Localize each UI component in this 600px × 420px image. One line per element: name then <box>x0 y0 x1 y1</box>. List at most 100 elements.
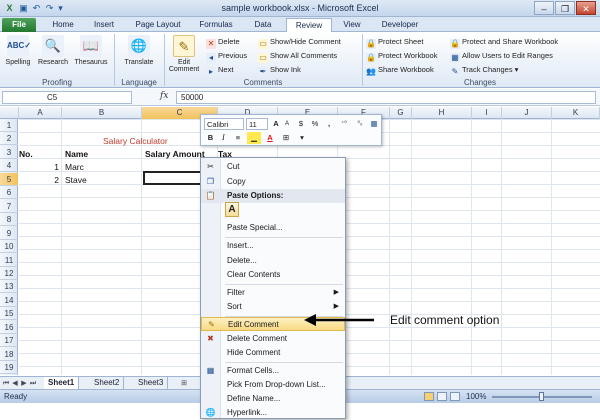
prev-sheet-icon[interactable]: ◀ <box>11 378 19 389</box>
protect-workbook-button[interactable]: 🔒 Protect Workbook <box>366 50 437 63</box>
menu-item-cut[interactable]: ✂ Cut <box>201 160 345 174</box>
increase-decimal-icon[interactable]: ⁺⁰ <box>337 118 351 130</box>
menu-item-pick-from-list[interactable]: Pick From Drop-down List... <box>201 378 345 392</box>
cell-no[interactable]: 1 <box>19 161 59 174</box>
row-header[interactable]: 2 <box>0 132 18 146</box>
comma-format-icon[interactable]: , <box>323 118 335 130</box>
format-painter-icon[interactable]: ▦ <box>368 118 380 130</box>
tab-view[interactable]: View <box>336 18 368 32</box>
decrease-decimal-icon[interactable]: ⁰₀ <box>353 118 367 130</box>
row-header[interactable]: 15 <box>0 307 18 321</box>
next-comment-button[interactable]: ▸ Next <box>206 64 233 77</box>
next-sheet-icon[interactable]: ▶ <box>20 378 28 389</box>
track-changes-button[interactable]: ✎ Track Changes ▾ <box>450 64 518 77</box>
menu-item-paste-special[interactable]: Paste Special... <box>201 221 345 235</box>
header-salary-cell[interactable]: Salary Amount <box>145 148 205 161</box>
menu-item-insert[interactable]: Insert... <box>201 239 345 253</box>
currency-format-icon[interactable]: $ <box>295 118 307 130</box>
row-header[interactable]: 19 <box>0 361 18 375</box>
column-header[interactable]: J <box>502 107 552 119</box>
row-header[interactable]: 16 <box>0 321 18 334</box>
menu-item-format-cells[interactable]: ▦ Format Cells... <box>201 364 345 378</box>
menu-item-clear-contents[interactable]: Clear Contents <box>201 268 345 282</box>
tab-home[interactable]: Home <box>44 18 82 32</box>
menu-item-copy[interactable]: ❐ Copy <box>201 175 345 189</box>
row-header[interactable]: 12 <box>0 267 18 280</box>
column-header[interactable]: I <box>472 107 502 119</box>
menu-item-hide-comment[interactable]: Hide Comment <box>201 346 345 360</box>
row-header[interactable]: 4 <box>0 159 18 173</box>
italic-button[interactable]: I <box>218 132 229 144</box>
tab-data[interactable]: Data <box>244 18 282 32</box>
previous-comment-button[interactable]: ◂ Previous <box>206 50 247 63</box>
research-button[interactable]: 🔍 Research <box>36 35 70 66</box>
row-header[interactable]: 8 <box>0 213 18 227</box>
paste-keep-format-button[interactable]: A <box>225 202 239 217</box>
column-header[interactable]: B <box>62 107 142 119</box>
sheet-tab-sheet1[interactable]: Sheet1 <box>44 377 80 389</box>
insert-sheet-icon[interactable]: ⊞ <box>178 378 190 389</box>
close-button[interactable]: ✕ <box>576 1 596 15</box>
row-header[interactable]: 11 <box>0 254 18 267</box>
font-size-box[interactable]: 11 <box>246 118 268 130</box>
column-header[interactable]: K <box>552 107 600 119</box>
row-header[interactable]: 14 <box>0 294 18 307</box>
first-sheet-icon[interactable]: ⏮ <box>2 378 10 389</box>
tab-insert[interactable]: Insert <box>84 18 124 32</box>
row-header[interactable]: 9 <box>0 227 18 240</box>
highlight-color-icon[interactable]: ▁ <box>247 132 261 144</box>
name-box[interactable]: C5 <box>2 91 132 104</box>
borders-dropdown-icon[interactable]: ▾ <box>297 132 307 144</box>
menu-item-sort[interactable]: Sort ▶ <box>201 300 345 314</box>
zoom-level[interactable]: 100% <box>466 392 486 401</box>
row-header[interactable]: 1 <box>0 119 18 132</box>
insert-function-icon[interactable]: fx <box>160 91 168 101</box>
menu-item-delete-comment[interactable]: ✖ Delete Comment <box>201 332 345 346</box>
protect-sheet-button[interactable]: 🔒 Protect Sheet <box>366 36 423 49</box>
sheet-tab-sheet2[interactable]: Sheet2 <box>90 377 125 389</box>
show-all-comments-button[interactable]: ▭ Show All Comments <box>258 50 337 63</box>
allow-users-edit-ranges-button[interactable]: ▦ Allow Users to Edit Ranges <box>450 50 553 63</box>
sheet-title-cell[interactable]: Salary Calculator <box>103 135 168 148</box>
tab-page-layout[interactable]: Page Layout <box>128 18 188 32</box>
formula-input[interactable]: 50000 <box>176 91 596 104</box>
bold-button[interactable]: B <box>205 132 216 144</box>
center-align-icon[interactable]: ≡ <box>231 132 245 144</box>
font-name-box[interactable]: Calibri <box>204 118 244 130</box>
row-header[interactable]: 5 <box>0 172 18 186</box>
row-header[interactable]: 18 <box>0 348 18 361</box>
row-header[interactable]: 17 <box>0 334 18 348</box>
thesaurus-button[interactable]: 📖 Thesaurus <box>72 35 110 66</box>
cell-name[interactable]: Marc <box>65 161 84 174</box>
header-name-cell[interactable]: Name <box>65 148 88 161</box>
tab-file[interactable]: File <box>2 18 36 32</box>
minimize-button[interactable]: – <box>534 1 554 15</box>
zoom-slider-thumb[interactable] <box>539 392 544 401</box>
delete-comment-ribbon-button[interactable]: ✕ Delete <box>206 36 240 49</box>
normal-view-icon[interactable] <box>424 392 434 401</box>
page-break-view-icon[interactable] <box>450 392 460 401</box>
column-header[interactable]: G <box>390 107 412 119</box>
grow-font-icon[interactable]: A <box>271 118 281 130</box>
edit-comment-ribbon-button[interactable]: ✎ Edit Comment <box>166 35 202 73</box>
tab-formulas[interactable]: Formulas <box>192 18 240 32</box>
spelling-button[interactable]: ABC✓ Spelling <box>2 35 34 66</box>
shrink-font-icon[interactable]: A <box>282 118 292 130</box>
sheet-tab-sheet3[interactable]: Sheet3 <box>134 377 169 389</box>
translate-button[interactable]: 🌐 Translate <box>118 35 160 66</box>
header-no-cell[interactable]: No. <box>19 148 33 161</box>
protect-share-workbook-button[interactable]: 🔒 Protect and Share Workbook <box>450 36 558 49</box>
column-header[interactable]: A <box>19 107 62 119</box>
row-header[interactable]: 3 <box>0 146 18 159</box>
tab-developer[interactable]: Developer <box>372 18 428 32</box>
cell-no[interactable]: 2 <box>19 174 59 187</box>
show-hide-comment-button[interactable]: ▭ Show/Hide Comment <box>258 36 341 49</box>
row-header[interactable]: 13 <box>0 280 18 294</box>
page-layout-view-icon[interactable] <box>437 392 447 401</box>
menu-item-hyperlink[interactable]: 🌐 Hyperlink... <box>201 406 345 420</box>
cell-name[interactable]: Stave <box>65 174 87 187</box>
column-header[interactable]: H <box>412 107 472 119</box>
font-color-icon[interactable]: A <box>263 132 277 144</box>
maximize-button[interactable]: ❐ <box>555 1 575 15</box>
row-header[interactable]: 10 <box>0 240 18 254</box>
